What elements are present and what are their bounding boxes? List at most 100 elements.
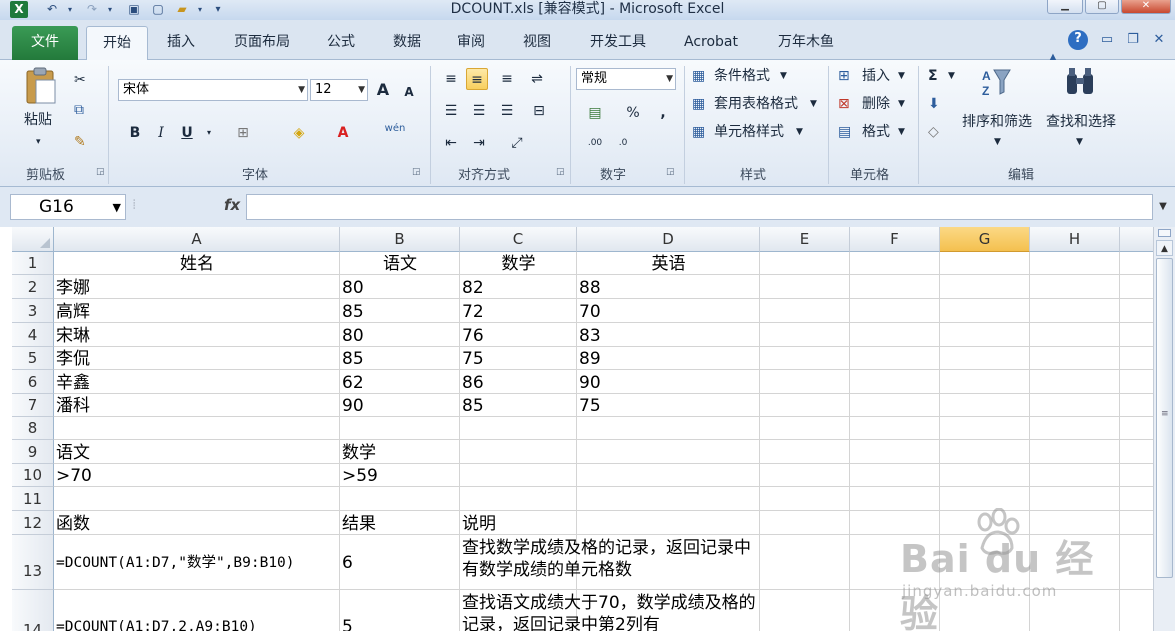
increase-indent-icon[interactable]: ⇥ bbox=[468, 132, 490, 154]
cell-c12[interactable]: 说明 bbox=[460, 511, 577, 537]
cell-b3[interactable]: 85 bbox=[340, 299, 460, 325]
scroll-thumb[interactable]: ≡ bbox=[1156, 258, 1173, 578]
column-header-b[interactable]: B bbox=[340, 227, 460, 252]
cell-a1[interactable]: 姓名 bbox=[54, 252, 340, 277]
row-header-2[interactable]: 2 bbox=[12, 275, 54, 299]
cell-d13[interactable] bbox=[577, 535, 760, 590]
cell-b13[interactable]: 6 bbox=[340, 535, 460, 590]
align-top-icon[interactable]: ≡ bbox=[440, 68, 462, 90]
help-icon[interactable]: ? bbox=[1068, 30, 1088, 50]
vertical-scrollbar[interactable]: ▲ ≡ bbox=[1153, 227, 1175, 631]
split-box[interactable] bbox=[1158, 229, 1171, 237]
column-header-e[interactable]: E bbox=[760, 227, 850, 252]
cell-a5[interactable]: 李侃 bbox=[54, 347, 340, 372]
decrease-decimal-icon[interactable]: .0 bbox=[612, 132, 634, 154]
sort-filter-button[interactable]: 排序和筛选 bbox=[962, 112, 1032, 132]
minimize-workbook-icon[interactable]: ▭ bbox=[1098, 31, 1116, 49]
column-header-a[interactable]: A bbox=[54, 227, 340, 252]
insert-cells-button[interactable]: 插入 bbox=[862, 66, 890, 86]
cell-b10[interactable]: >59 bbox=[340, 464, 460, 489]
cell-c4[interactable]: 76 bbox=[460, 323, 577, 349]
cell-c3[interactable]: 72 bbox=[460, 299, 577, 325]
tab-home[interactable]: 开始 bbox=[86, 26, 148, 60]
clear-icon[interactable]: ◇ bbox=[928, 122, 939, 142]
copy-icon[interactable]: ⧉ bbox=[74, 100, 84, 120]
cell-a4[interactable]: 宋琳 bbox=[54, 323, 340, 349]
column-header-f[interactable]: F bbox=[850, 227, 940, 252]
column-header-partial[interactable] bbox=[1120, 227, 1153, 252]
cell-b1[interactable]: 语文 bbox=[340, 252, 460, 277]
insert-function-button[interactable]: fx bbox=[224, 196, 240, 214]
find-select-button[interactable]: 查找和选择 bbox=[1046, 112, 1116, 132]
cell-c7[interactable]: 85 bbox=[460, 394, 577, 419]
paste-button[interactable]: 粘贴 bbox=[24, 110, 52, 130]
name-box[interactable]: G16 ▼ bbox=[10, 194, 126, 220]
cell-a6[interactable]: 辛鑫 bbox=[54, 370, 340, 396]
fill-icon[interactable]: ⬇ bbox=[928, 94, 940, 114]
expand-formula-bar-icon[interactable]: ▼ bbox=[1155, 196, 1171, 218]
cell-b7[interactable]: 90 bbox=[340, 394, 460, 419]
conditional-format-button[interactable]: 条件格式 bbox=[714, 66, 770, 86]
cell-c1[interactable]: 数学 bbox=[460, 252, 577, 277]
shrink-font-button[interactable]: A bbox=[398, 81, 420, 103]
cell-b4[interactable]: 80 bbox=[340, 323, 460, 349]
tab-data[interactable]: 数据 bbox=[382, 26, 432, 60]
cell-c14[interactable]: 查找语文成绩大于70，数学成绩及格的记录，返回记录中第2列有 bbox=[460, 592, 760, 631]
restore-workbook-icon[interactable]: ❐ bbox=[1124, 31, 1142, 49]
tab-acrobat[interactable]: Acrobat bbox=[672, 26, 750, 60]
cell-d3[interactable]: 70 bbox=[577, 299, 760, 325]
alignment-launcher-icon[interactable]: ◲ bbox=[556, 167, 565, 177]
column-header-c[interactable]: C bbox=[460, 227, 577, 252]
grow-font-button[interactable]: A bbox=[372, 79, 394, 101]
cell-a7[interactable]: 潘科 bbox=[54, 394, 340, 419]
align-bottom-icon[interactable]: ≡ bbox=[496, 68, 518, 90]
paste-icon[interactable] bbox=[24, 66, 58, 106]
align-right-icon[interactable]: ☰ bbox=[496, 100, 518, 122]
percent-button[interactable]: % bbox=[622, 102, 644, 124]
cell-a14[interactable]: =DCOUNT(A1:D7,2,A9:B10) bbox=[54, 612, 340, 631]
delete-cells-button[interactable]: 删除 bbox=[862, 94, 890, 114]
number-format-select[interactable]: 常规 ▼ bbox=[576, 68, 676, 90]
font-launcher-icon[interactable]: ◲ bbox=[412, 167, 421, 177]
tab-view[interactable]: 视图 bbox=[512, 26, 562, 60]
row-header-10[interactable]: 10 bbox=[12, 464, 54, 487]
row-header-12[interactable]: 12 bbox=[12, 511, 54, 535]
autosum-button[interactable]: Σ bbox=[928, 66, 938, 86]
fill-color-icon[interactable]: ◈ bbox=[288, 122, 310, 144]
close-workbook-icon[interactable]: ✕ bbox=[1150, 31, 1168, 49]
decrease-indent-icon[interactable]: ⇤ bbox=[440, 132, 462, 154]
pinyin-button[interactable]: wén bbox=[384, 118, 406, 140]
comma-button[interactable]: , bbox=[652, 102, 674, 124]
cell-b9[interactable]: 数学 bbox=[340, 440, 460, 466]
row-header-4[interactable]: 4 bbox=[12, 323, 54, 347]
formula-input[interactable] bbox=[246, 194, 1153, 220]
row-header-6[interactable]: 6 bbox=[12, 370, 54, 394]
scroll-up-icon[interactable]: ▲ bbox=[1156, 240, 1173, 256]
cell-a10[interactable]: >70 bbox=[54, 464, 340, 489]
cell-b6[interactable]: 62 bbox=[340, 370, 460, 396]
table-format-button[interactable]: 套用表格格式 bbox=[714, 94, 798, 114]
underline-dropdown-icon[interactable]: ▾ bbox=[198, 122, 220, 144]
cell-a3[interactable]: 高辉 bbox=[54, 299, 340, 325]
close-button[interactable]: ✕ bbox=[1121, 0, 1171, 14]
font-color-icon[interactable]: A bbox=[332, 122, 354, 144]
row-header-7[interactable]: 7 bbox=[12, 394, 54, 417]
cell-a12[interactable]: 函数 bbox=[54, 511, 340, 537]
maximize-button[interactable]: ▢ bbox=[1085, 0, 1119, 14]
column-header-g[interactable]: G bbox=[940, 227, 1030, 252]
underline-button[interactable]: U bbox=[176, 122, 198, 144]
format-painter-icon[interactable]: ✎ bbox=[74, 132, 86, 152]
font-size-select[interactable]: 12 ▼ bbox=[310, 79, 368, 101]
select-all-button[interactable] bbox=[12, 227, 54, 252]
cell-a2[interactable]: 李娜 bbox=[54, 275, 340, 301]
number-launcher-icon[interactable]: ◲ bbox=[666, 167, 675, 177]
cell-d2[interactable]: 88 bbox=[577, 275, 760, 301]
bold-button[interactable]: B bbox=[124, 122, 146, 144]
cell-styles-button[interactable]: 单元格样式 bbox=[714, 122, 784, 142]
currency-icon[interactable]: ▤ bbox=[584, 102, 606, 124]
increase-decimal-icon[interactable]: .00 bbox=[584, 132, 606, 154]
column-header-d[interactable]: D bbox=[577, 227, 760, 252]
worksheet-grid[interactable]: ABCDEFGH 1 2 3 4 5 6 7 8 9 10 11 12 13 14 姓名 语文 数学 英语 李娜 8… bbox=[12, 227, 1153, 631]
row-header-13[interactable]: 13 bbox=[12, 535, 54, 590]
cell-d5[interactable]: 89 bbox=[577, 347, 760, 372]
